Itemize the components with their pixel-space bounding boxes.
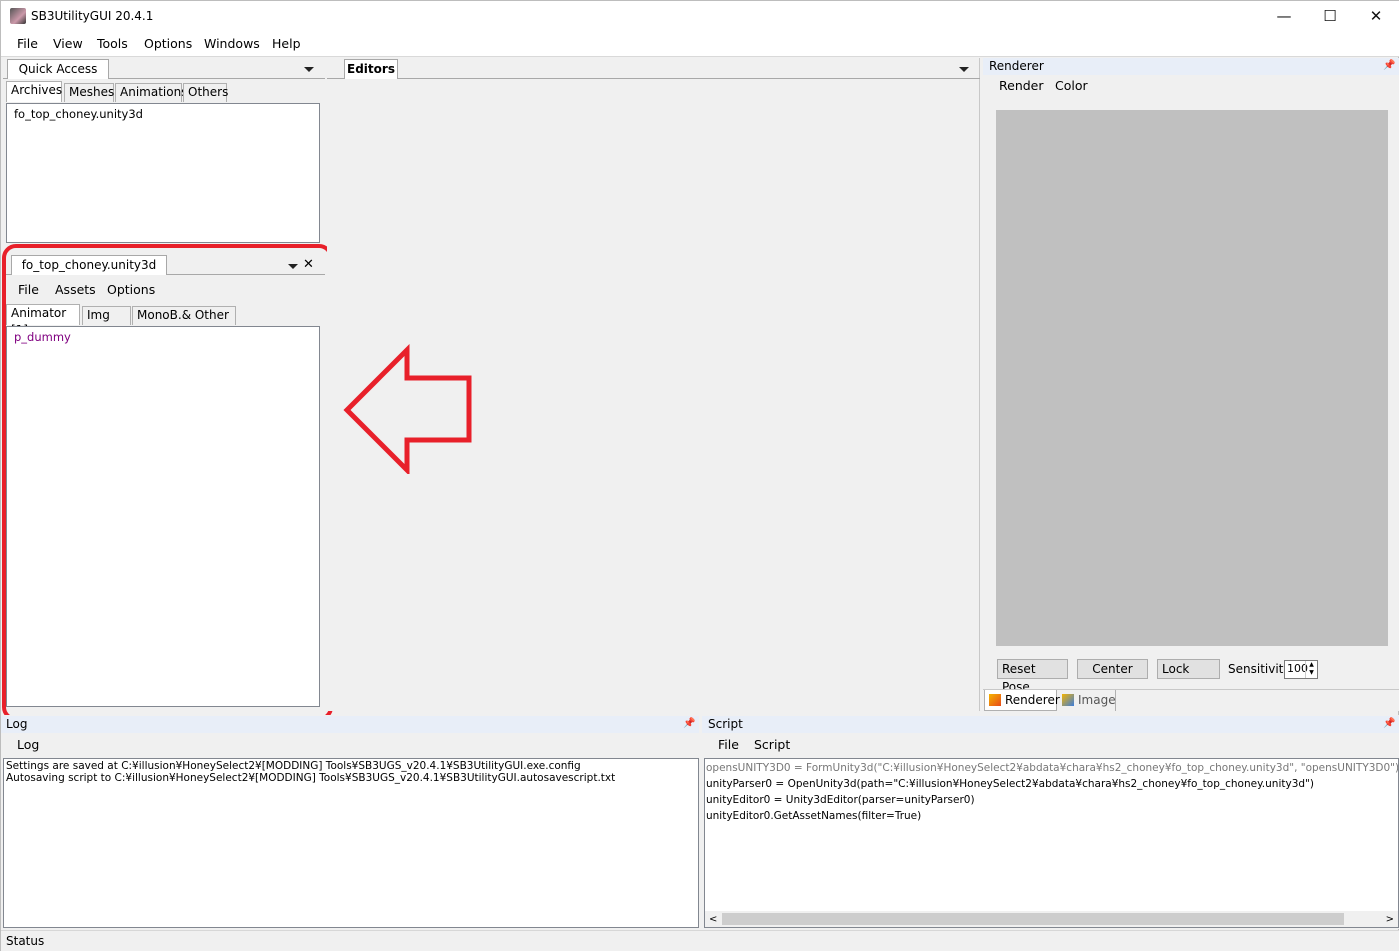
menu-file[interactable]: File [18, 282, 39, 297]
script-header: Script 📌 [702, 716, 1399, 733]
close-window-button[interactable]: ✕ [1353, 1, 1399, 32]
menu-file[interactable]: File [17, 36, 38, 51]
menu-script[interactable]: Script [754, 737, 790, 752]
close-icon[interactable]: ✕ [303, 257, 314, 272]
tab-line [327, 78, 980, 79]
chevron-down-icon[interactable] [288, 264, 298, 269]
menu-color[interactable]: Color [1055, 78, 1088, 93]
archives-list[interactable]: fo_top_choney.unity3d [6, 103, 320, 243]
menu-assets[interactable]: Assets [55, 282, 96, 297]
scroll-left-icon[interactable]: < [709, 912, 717, 927]
tab-animations[interactable]: Animations [115, 83, 187, 102]
renderer-tab-icon [989, 694, 1001, 706]
log-title: Log [6, 717, 28, 731]
app-icon [10, 8, 26, 24]
tab-others[interactable]: Others [183, 83, 228, 102]
tab-editors[interactable]: Editors [344, 59, 398, 79]
log-line: Settings are saved at C:¥illusion¥HoneyS… [6, 760, 581, 772]
quick-access-panel: Quick Access Archives Meshes Animations … [3, 58, 325, 243]
script-panel: Script 📌 File Script opensUNITY3D0 = For… [702, 715, 1399, 929]
image-tab-icon [1062, 694, 1074, 706]
renderer-bottom-tabs: Renderer Image [983, 689, 1399, 711]
status-text: Status [6, 934, 45, 948]
log-line: Autosaving script to C:¥illusion¥HoneySe… [6, 772, 616, 784]
render-viewport[interactable] [996, 110, 1388, 646]
list-item[interactable]: p_dummy [14, 330, 71, 344]
log-textbox[interactable]: Settings are saved at C:¥illusion¥HoneyS… [3, 758, 699, 928]
pin-icon[interactable]: 📌 [683, 718, 695, 729]
renderer-title: Renderer [989, 59, 1044, 73]
menu-windows[interactable]: Windows [204, 36, 260, 51]
lock-button[interactable]: Lock [1157, 659, 1220, 679]
center-button[interactable]: Center [1077, 659, 1148, 679]
tab-animator[interactable]: Animator [1] [6, 304, 80, 337]
status-bar: Status [1, 930, 1399, 951]
log-header: Log 📌 [1, 716, 699, 733]
script-line: unityEditor0.GetAssetNames(filter=True) [706, 810, 922, 822]
script-textbox[interactable]: opensUNITY3D0 = FormUnity3d("C:¥illusion… [704, 758, 1399, 928]
menu-help[interactable]: Help [272, 36, 301, 51]
animator-list[interactable]: p_dummy [6, 326, 320, 707]
chevron-down-icon[interactable] [304, 67, 314, 72]
menu-render[interactable]: Render [999, 78, 1044, 93]
unity3d-panel: fo_top_choney.unity3d ✕ File Assets Opti… [3, 253, 325, 711]
horizontal-scrollbar[interactable]: < > [705, 911, 1398, 927]
title-bar: SB3UtilityGUI 20.4.1 — ☐ ✕ [1, 1, 1399, 32]
menu-options[interactable]: Options [144, 36, 192, 51]
tab-renderer[interactable]: Renderer [984, 690, 1060, 711]
list-item[interactable]: fo_top_choney.unity3d [14, 107, 143, 121]
scrollbar-thumb[interactable] [722, 913, 1344, 925]
tab-image[interactable]: Image [1058, 690, 1116, 711]
menu-bar: File View Tools Options Windows Help [1, 32, 1399, 56]
unity3d-subtabs: Animator [1] Img [3] MonoB.& Other [2] [6, 304, 324, 339]
window-title: SB3UtilityGUI 20.4.1 [31, 9, 154, 23]
quick-access-subtabs: Archives Meshes Animations Others [6, 81, 324, 103]
minimize-button[interactable]: — [1261, 1, 1307, 32]
unity3d-menu: File Assets Options [3, 279, 325, 301]
script-line: opensUNITY3D0 = FormUnity3d("C:¥illusion… [706, 762, 1399, 774]
script-title: Script [708, 717, 743, 731]
script-line: unityEditor0 = Unity3dEditor(parser=unit… [706, 794, 975, 806]
chevron-down-icon[interactable] [959, 67, 969, 72]
tab-renderer-label: Renderer [1005, 693, 1060, 707]
tab-quick-access[interactable]: Quick Access [7, 59, 109, 79]
menu-log[interactable]: Log [17, 737, 39, 752]
menu-divider [1, 56, 1399, 57]
tab-archives[interactable]: Archives [6, 81, 62, 102]
spin-arrows-icon[interactable]: ▲ ▼ [1305, 661, 1317, 678]
renderer-panel: Renderer 📌 Render Color Reset Pose Cente… [983, 58, 1399, 711]
menu-options[interactable]: Options [107, 282, 155, 297]
menu-tools[interactable]: Tools [97, 36, 128, 51]
menu-view[interactable]: View [53, 36, 83, 51]
tab-monob-other[interactable]: MonoB.& Other [2] [132, 306, 236, 339]
tab-img[interactable]: Img [3] [82, 306, 131, 339]
pin-icon[interactable]: 📌 [1383, 718, 1395, 729]
tab-meshes[interactable]: Meshes [64, 83, 114, 102]
pin-icon[interactable]: 📌 [1383, 60, 1395, 71]
script-line: unityParser0 = OpenUnity3d(path="C:¥illu… [706, 778, 1314, 790]
reset-pose-button[interactable]: Reset Pose [997, 659, 1068, 694]
menu-file[interactable]: File [718, 737, 739, 752]
editors-panel: Editors [327, 58, 980, 711]
sensitivity-label: Sensitivity [1228, 662, 1291, 676]
maximize-button[interactable]: ☐ [1307, 1, 1353, 32]
app-window: SB3UtilityGUI 20.4.1 — ☐ ✕ File View Too… [0, 0, 1399, 951]
tab-image-label: Image [1078, 693, 1116, 707]
renderer-header: Renderer 📌 [983, 58, 1399, 75]
renderer-menu: Render Color [983, 75, 1399, 97]
log-panel: Log 📌 Log Settings are saved at C:¥illus… [1, 715, 699, 929]
sensitivity-stepper[interactable]: 100 ▲ ▼ [1284, 660, 1318, 679]
scroll-right-icon[interactable]: > [1386, 912, 1394, 927]
tab-unity3d-file[interactable]: fo_top_choney.unity3d [11, 255, 167, 275]
annotation-arrow-icon [343, 344, 472, 474]
